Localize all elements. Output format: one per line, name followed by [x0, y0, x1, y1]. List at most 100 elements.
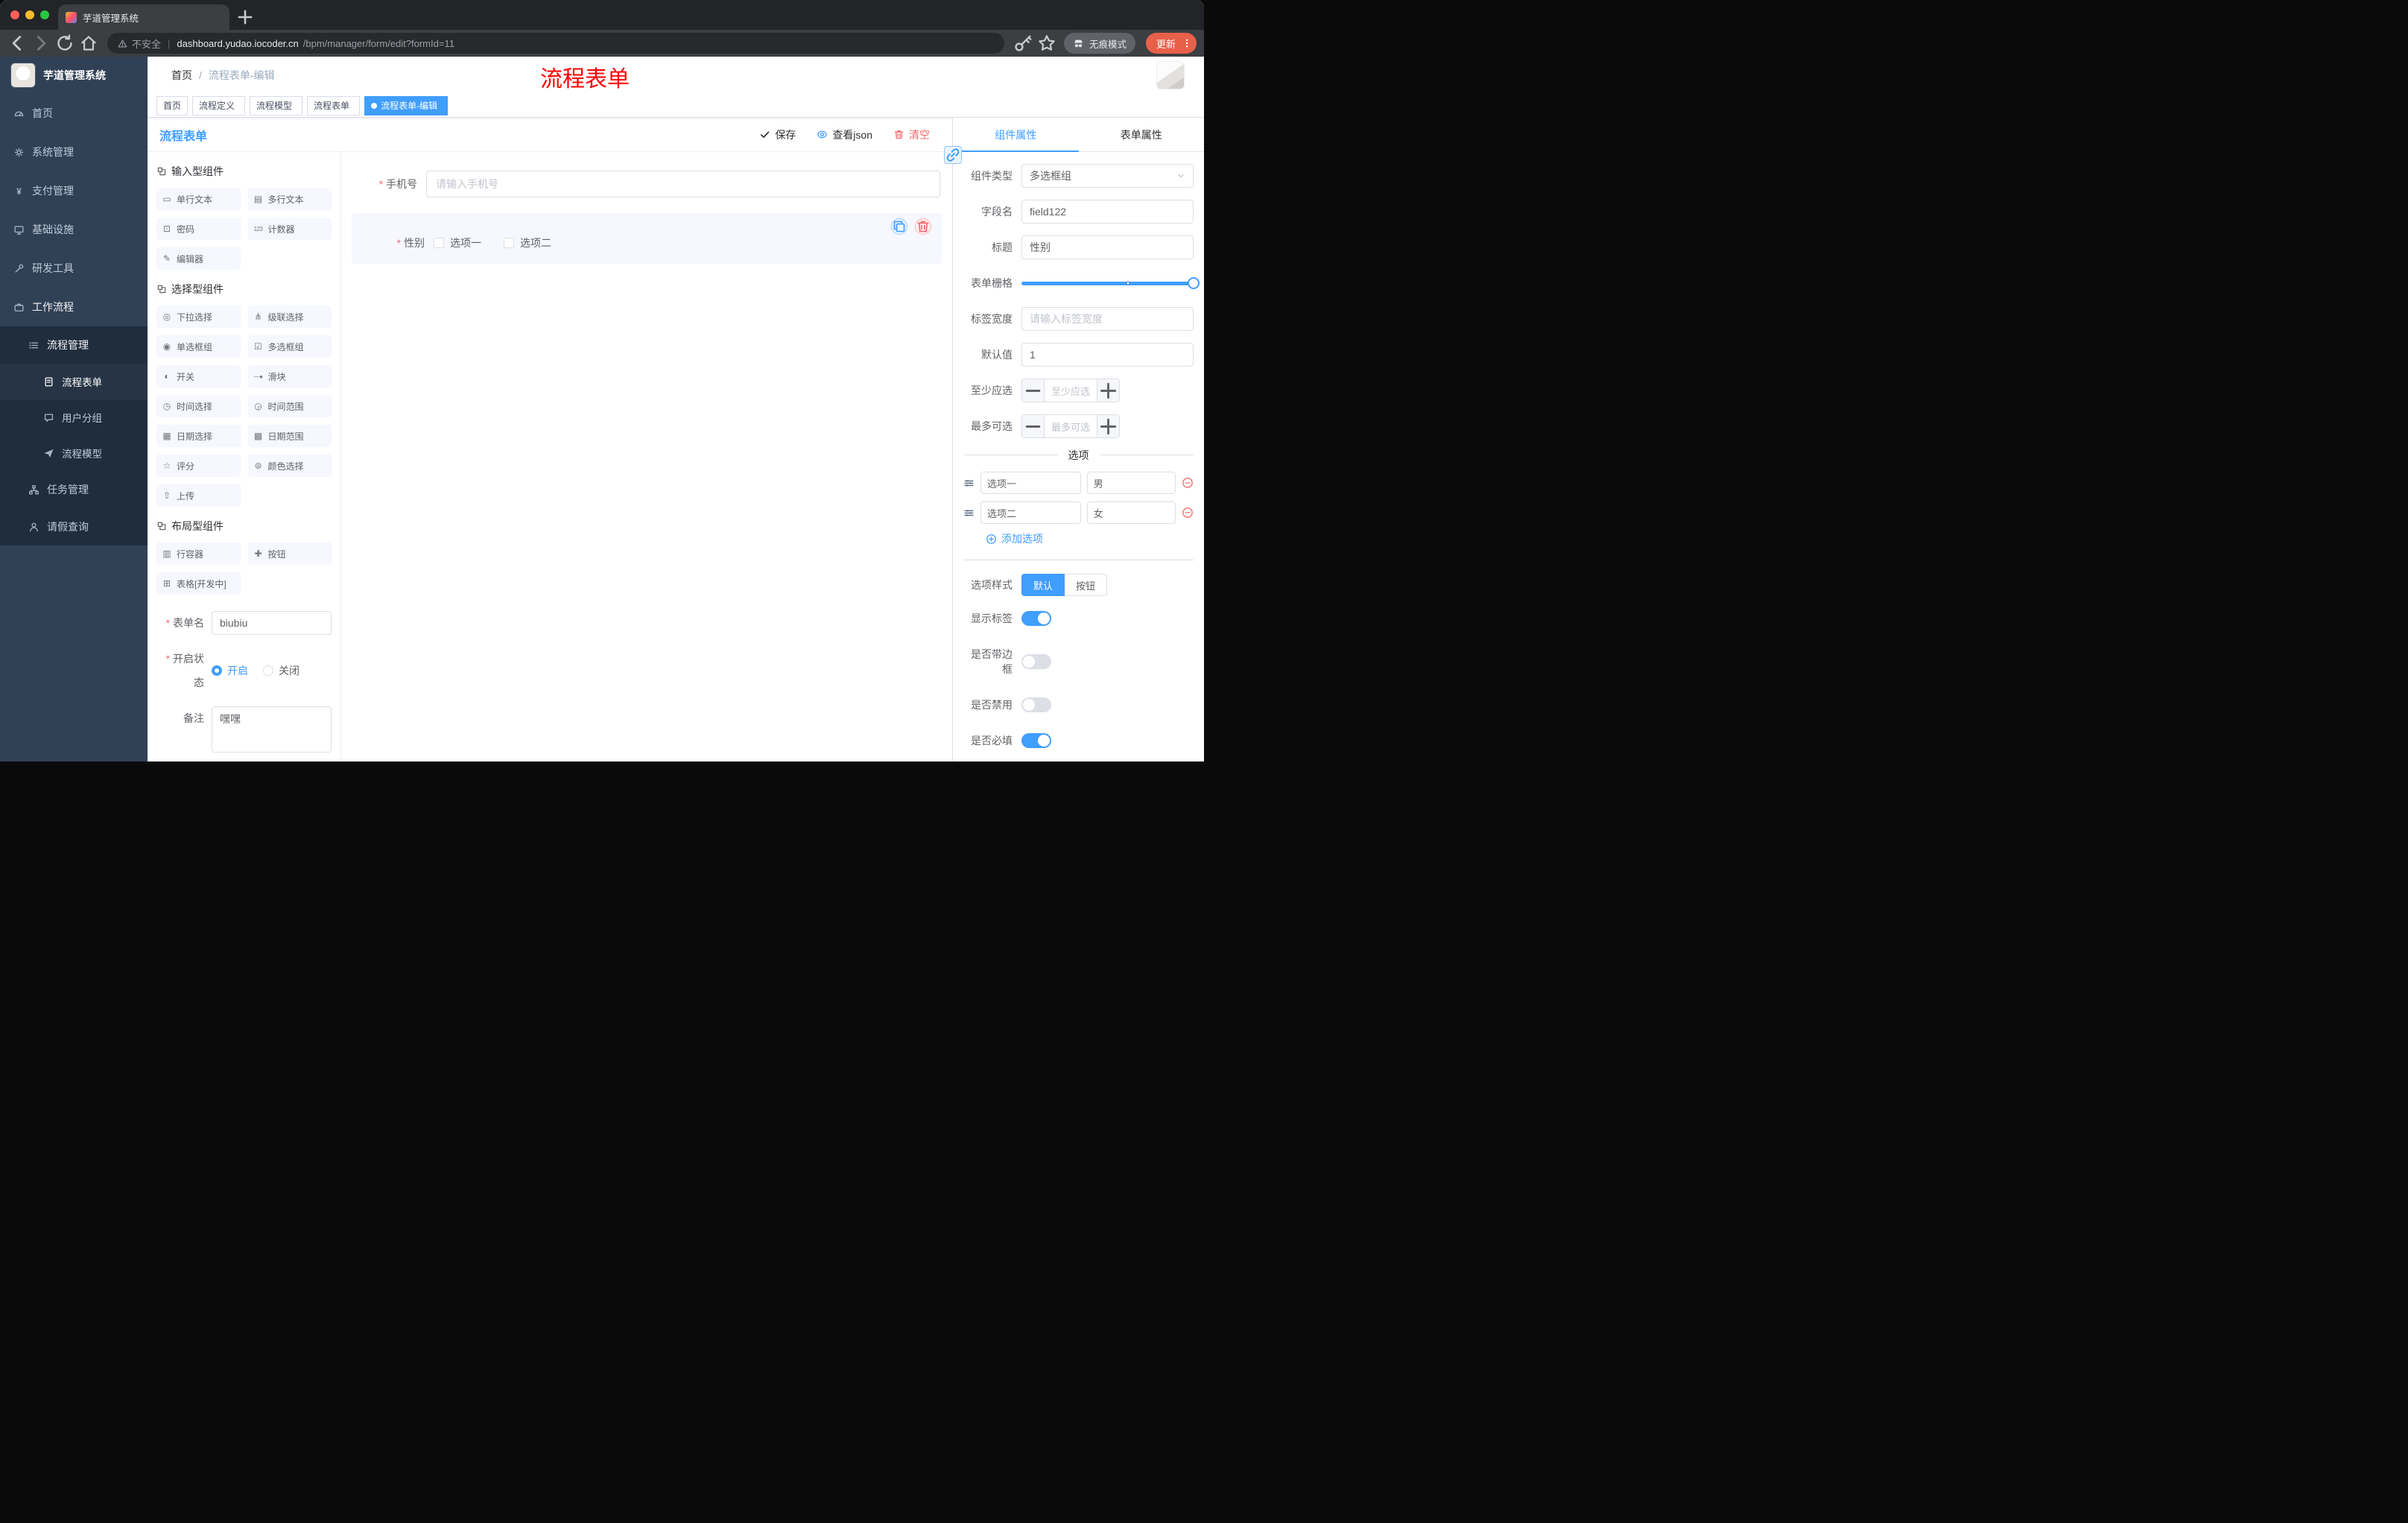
palette-item[interactable]: ☆ 评分 [156, 455, 241, 477]
drag-handle-icon[interactable] [963, 478, 975, 489]
tag-home[interactable]: 首页 [156, 95, 188, 115]
palette-item[interactable]: ◶ 时间范围 [247, 395, 332, 417]
palette-item[interactable]: ⊞ 表格[开发中] [156, 572, 241, 595]
breadcrumb-home[interactable]: 首页 [171, 68, 192, 83]
checkbox-option[interactable]: 选项二 [504, 235, 551, 250]
tab-component-props[interactable]: 组件属性 [953, 118, 1079, 152]
switch-required[interactable] [1021, 733, 1051, 748]
zoom-window-button[interactable] [40, 10, 49, 19]
radio-closed[interactable]: 关闭 [263, 663, 300, 678]
palette-item[interactable]: ⇧ 上传 [156, 484, 241, 507]
key-icon[interactable] [1013, 34, 1033, 53]
link-button[interactable] [944, 146, 962, 164]
sidebar-item-home[interactable]: 首页 [0, 94, 148, 133]
palette-item[interactable]: ⊡ 密码 [156, 218, 241, 240]
title-input[interactable] [1021, 235, 1194, 259]
option-label-input[interactable] [980, 472, 1081, 494]
radio-open[interactable]: 开启 [212, 663, 248, 678]
sidebar-item-process-manage[interactable]: 流程管理 [0, 326, 148, 364]
sidebar-item-task-manage[interactable]: 任务管理 [0, 471, 148, 508]
reload-button[interactable] [55, 34, 75, 53]
tag-process-form-edit[interactable]: 流程表单-编辑 [364, 95, 449, 115]
switch-border[interactable] [1021, 654, 1051, 669]
phone-field[interactable]: 手机号 [352, 164, 942, 204]
sidebar-item-infrastructure[interactable]: 基础设施 [0, 210, 148, 249]
save-button[interactable]: 保存 [759, 127, 796, 142]
drag-handle-icon[interactable] [963, 507, 975, 519]
sidebar-item-user-group[interactable]: 用户分组 [0, 399, 148, 435]
label-width-input[interactable] [1021, 307, 1194, 331]
option-style-default[interactable]: 默认 [1021, 574, 1065, 596]
sidebar-item-payment-manage[interactable]: ¥ 支付管理 [0, 171, 148, 210]
max-select-stepper[interactable]: 最多可选 [1021, 414, 1120, 438]
option-value-input[interactable] [1086, 472, 1176, 494]
phone-input[interactable] [426, 171, 940, 197]
tag-process-form[interactable]: 流程表单 [307, 95, 361, 115]
option-style-button[interactable]: 按钮 [1065, 574, 1108, 596]
palette-item[interactable]: ▩ 日期范围 [247, 425, 332, 447]
forward-button[interactable] [31, 34, 51, 53]
close-window-button[interactable] [10, 10, 19, 19]
form-name-input[interactable] [212, 611, 332, 635]
form-grid-slider[interactable] [1021, 271, 1200, 295]
decrease-button[interactable] [1022, 415, 1045, 437]
palette-item[interactable]: ▥ 行容器 [156, 542, 241, 565]
browser-menu-icon[interactable] [1182, 38, 1192, 48]
remove-option-icon[interactable] [1182, 477, 1194, 489]
palette-item[interactable]: ⊚ 颜色选择 [247, 455, 332, 477]
copy-widget-button[interactable] [891, 218, 907, 235]
palette-item[interactable]: ☑ 多选框组 [247, 335, 332, 358]
delete-widget-button[interactable] [915, 218, 931, 235]
remark-textarea[interactable]: 嘿嘿 [212, 706, 332, 753]
option-label-input[interactable] [980, 501, 1081, 524]
palette-item[interactable]: ◷ 时间选择 [156, 395, 241, 417]
decrease-button[interactable] [1022, 379, 1045, 402]
home-button[interactable] [79, 34, 98, 53]
form-canvas[interactable]: 手机号 性别 选项一 选项二 [341, 152, 952, 762]
min-select-stepper[interactable]: 至少应选 [1021, 379, 1120, 402]
palette-item[interactable]: ⋔ 级联选择 [247, 305, 332, 328]
address-bar[interactable]: 不安全 | dashboard.yudao.iocoder.cn/bpm/man… [107, 33, 1004, 54]
palette-item[interactable]: ▭ 单行文本 [156, 188, 241, 210]
palette-item[interactable]: ◉ 单选框组 [156, 335, 241, 358]
palette-item[interactable]: ✚ 按钮 [247, 542, 332, 565]
tab-form-props[interactable]: 表单属性 [1079, 118, 1205, 151]
view-json-button[interactable]: 查看json [817, 127, 872, 142]
increase-button[interactable] [1097, 379, 1119, 402]
minimize-window-button[interactable] [25, 10, 34, 19]
palette-item[interactable]: ◎ 下拉选择 [156, 305, 241, 328]
palette-item[interactable]: ▤ 多行文本 [247, 188, 332, 210]
user-avatar[interactable] [1156, 61, 1185, 89]
switch-disabled[interactable] [1021, 697, 1051, 712]
palette-item[interactable]: —● 滑块 [247, 365, 332, 387]
browser-tab[interactable]: 芋道管理系统 [58, 4, 229, 30]
default-value-input[interactable] [1021, 343, 1194, 367]
add-option-button[interactable]: 添加选项 [986, 531, 1194, 546]
palette-item[interactable]: ▦ 日期选择 [156, 425, 241, 447]
back-button[interactable] [7, 34, 27, 53]
checkbox-option[interactable]: 选项一 [434, 235, 481, 250]
component-type-select[interactable]: 多选框组 [1021, 164, 1194, 188]
slider-handle[interactable] [1188, 277, 1200, 289]
bookmark-star-icon[interactable] [1037, 34, 1056, 53]
palette-item[interactable]: ✎ 编辑器 [156, 247, 241, 270]
sidebar-item-leave-query[interactable]: 请假查询 [0, 508, 148, 545]
switch-show-label[interactable] [1021, 611, 1051, 626]
gender-field-selected[interactable]: 性别 选项一 选项二 [352, 213, 942, 264]
option-value-input[interactable] [1086, 501, 1176, 524]
sidebar-item-process-form[interactable]: 流程表单 [0, 364, 148, 399]
field-name-input[interactable] [1021, 200, 1194, 224]
remove-option-icon[interactable] [1182, 507, 1194, 519]
tag-process-definition[interactable]: 流程定义 [192, 95, 246, 115]
sidebar-item-dev-tools[interactable]: 研发工具 [0, 249, 148, 288]
sidebar-item-process-model[interactable]: 流程模型 [0, 435, 148, 471]
clear-button[interactable]: 清空 [893, 127, 930, 142]
increase-button[interactable] [1097, 415, 1119, 437]
palette-item[interactable]: ◐ 开关 [156, 365, 241, 387]
sidebar-item-system-manage[interactable]: 系统管理 [0, 133, 148, 171]
new-tab-button[interactable] [235, 7, 255, 27]
sidebar-item-workflow[interactable]: 工作流程 [0, 288, 148, 326]
palette-item[interactable]: 123 计数器 [247, 218, 332, 240]
tag-process-model[interactable]: 流程模型 [250, 95, 303, 115]
update-button[interactable]: 更新 [1145, 33, 1197, 54]
